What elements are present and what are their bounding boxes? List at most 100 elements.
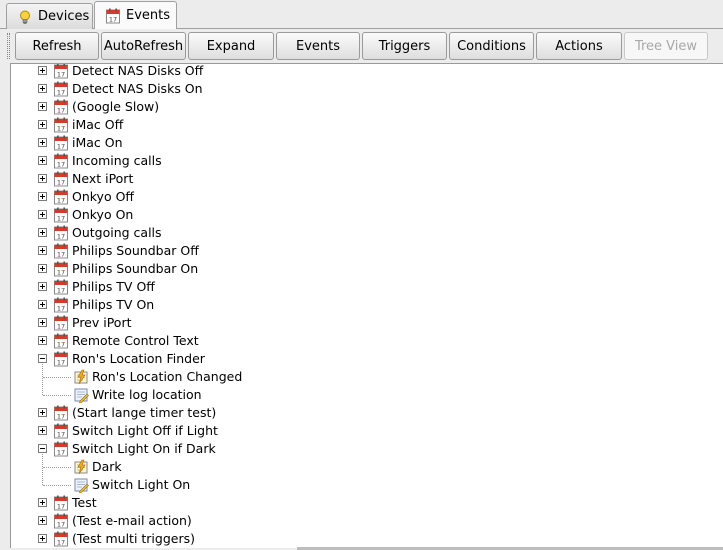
tree-item-label: (Test multi triggers) — [72, 531, 195, 546]
tree-event-row[interactable]: 17 Onkyo On — [11, 206, 723, 224]
trigger-lightning-icon — [73, 459, 89, 475]
expand-toggle-icon[interactable] — [38, 516, 47, 525]
refresh-button[interactable]: Refresh — [15, 32, 99, 60]
expand-toggle-icon[interactable] — [38, 102, 47, 111]
tree-event-row[interactable]: 17 Test — [11, 494, 723, 512]
tree-trigger-row[interactable]: Dark — [11, 458, 723, 476]
tree-event-row[interactable]: 17 Outgoing calls — [11, 224, 723, 242]
expand-toggle-icon[interactable] — [38, 264, 47, 273]
tree-item-label: Ron's Location Changed — [92, 369, 243, 384]
tree-event-row[interactable]: 17 (Test e-mail action) — [11, 512, 723, 530]
tree-item-label: Outgoing calls — [72, 225, 162, 240]
svg-text:17: 17 — [57, 269, 65, 277]
actions-button[interactable]: Actions — [536, 32, 622, 60]
event-calendar-icon: 17 — [53, 513, 69, 529]
tree-event-row[interactable]: 17 (Test multi triggers) — [11, 530, 723, 548]
tree-item-label: Test — [72, 495, 97, 510]
tree-event-row[interactable]: 17 Philips Soundbar On — [11, 260, 723, 278]
tree-connector-line — [43, 377, 71, 378]
tree-event-row[interactable]: 17 Next iPort — [11, 170, 723, 188]
tree-event-row[interactable]: 17 Switch Light On if Dark — [11, 440, 723, 485]
expand-toggle-icon[interactable] — [38, 210, 47, 219]
svg-text:17: 17 — [57, 323, 65, 331]
expand-toggle-icon[interactable] — [38, 300, 47, 309]
tree-event-row[interactable]: 17 (Google Slow) — [11, 98, 723, 116]
tree-event-row[interactable]: 17 Detect NAS Disks On — [11, 80, 723, 98]
tree-event-row[interactable]: 17 iMac Off — [11, 116, 723, 134]
event-calendar-icon: 17 — [53, 189, 69, 205]
collapse-toggle-icon[interactable] — [38, 354, 47, 363]
event-calendar-icon: 17 — [53, 423, 69, 439]
event-calendar-icon: 17 — [53, 351, 69, 367]
expand-toggle-icon[interactable] — [38, 246, 47, 255]
conditions-button[interactable]: Conditions — [449, 32, 534, 60]
tab-events[interactable]: 17 Events — [94, 1, 177, 29]
tree-event-row[interactable]: 17 Philips TV On — [11, 296, 723, 314]
autorefresh-button[interactable]: AutoRefresh — [101, 32, 186, 60]
expand-toggle-icon[interactable] — [38, 534, 47, 543]
event-calendar-icon: 17 — [53, 81, 69, 97]
tree-event-row[interactable]: 17 Philips Soundbar Off — [11, 242, 723, 260]
tab-devices[interactable]: Devices — [6, 3, 93, 29]
tree-item-label: (Start lange timer test) — [72, 405, 217, 420]
svg-text:17: 17 — [57, 287, 65, 295]
tree-item-label: Philips TV Off — [72, 279, 155, 294]
tab-devices-label: Devices — [38, 9, 90, 24]
tree-event-row[interactable]: 17 (Start lange timer test) — [11, 404, 723, 422]
tree-action-row[interactable]: Write log location — [11, 386, 723, 404]
expand-toggle-icon[interactable] — [38, 192, 47, 201]
expand-toggle-icon[interactable] — [38, 282, 47, 291]
tree-event-row[interactable]: 17 iMac On — [11, 134, 723, 152]
tree-event-row[interactable]: 17 Philips TV Off — [11, 278, 723, 296]
tree-item-label: Philips Soundbar On — [72, 261, 199, 276]
expand-toggle-icon[interactable] — [38, 138, 47, 147]
expand-toggle-icon[interactable] — [38, 156, 47, 165]
expand-toggle-icon[interactable] — [38, 120, 47, 129]
expand-toggle-icon[interactable] — [38, 426, 47, 435]
tree-event-row[interactable]: 17 Detect NAS Disks Off — [11, 64, 723, 80]
expand-toggle-icon[interactable] — [38, 174, 47, 183]
expand-toggle-icon[interactable] — [38, 408, 47, 417]
expand-toggle-icon[interactable] — [38, 228, 47, 237]
action-edit-icon — [73, 477, 89, 494]
tree-item-label: iMac Off — [72, 117, 124, 132]
tree-action-row[interactable]: Switch Light On — [11, 476, 723, 494]
triggers-button[interactable]: Triggers — [362, 32, 447, 60]
tree-event-row[interactable]: 17 Ron's Location Finder — [11, 350, 723, 395]
event-calendar-icon: 17 — [53, 135, 69, 151]
events-tree[interactable]: 17 Detect NAS Disks Off 17 Detect NAS Di… — [10, 63, 723, 548]
svg-text:17: 17 — [57, 503, 65, 511]
event-calendar-icon: 17 — [53, 207, 69, 223]
tree-event-row[interactable]: 17 Switch Light Off if Light — [11, 422, 723, 440]
svg-text:17: 17 — [57, 521, 65, 529]
event-calendar-icon: 17 — [53, 117, 69, 133]
tree-item-label: Dark — [92, 459, 122, 474]
tree-event-row[interactable]: 17 Prev iPort — [11, 314, 723, 332]
event-calendar-icon: 17 — [53, 495, 69, 511]
expand-toggle-icon[interactable] — [38, 84, 47, 93]
tree-event-row[interactable]: 17 Onkyo Off — [11, 188, 723, 206]
expand-toggle-icon[interactable] — [38, 66, 47, 75]
expand-toggle-icon[interactable] — [38, 336, 47, 345]
svg-text:17: 17 — [57, 251, 65, 259]
tree-item-label: Write log location — [92, 387, 202, 402]
trigger-lightning-icon — [73, 369, 89, 385]
events-button[interactable]: Events — [276, 32, 360, 60]
event-calendar-icon: 17 — [53, 279, 69, 295]
tree-item-label: Prev iPort — [72, 315, 132, 330]
svg-text:17: 17 — [57, 305, 65, 313]
event-calendar-icon: 17 — [53, 315, 69, 331]
collapse-toggle-icon[interactable] — [38, 444, 47, 453]
toolbar-grip-handle[interactable] — [7, 33, 10, 59]
tree-item-label: Next iPort — [72, 171, 134, 186]
tree-trigger-row[interactable]: Ron's Location Changed — [11, 368, 723, 386]
tree-view-button[interactable]: Tree View — [624, 32, 708, 60]
tree-item-label: Switch Light On if Dark — [72, 441, 216, 456]
tree-event-row[interactable]: 17 Remote Control Text — [11, 332, 723, 350]
svg-text:17: 17 — [57, 233, 65, 241]
tree-event-row[interactable]: 17 Incoming calls — [11, 152, 723, 170]
expand-button[interactable]: Expand — [188, 32, 274, 60]
expand-toggle-icon[interactable] — [38, 498, 47, 507]
expand-toggle-icon[interactable] — [38, 318, 47, 327]
svg-text:17: 17 — [57, 197, 65, 205]
